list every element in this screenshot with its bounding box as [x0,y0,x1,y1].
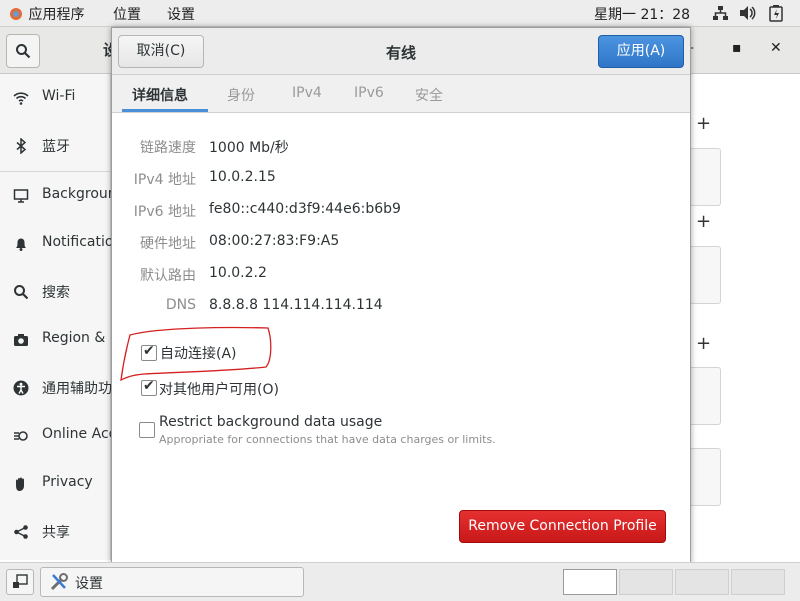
default-route-label: 默认路由 [140,268,196,284]
sidebar-item-accessibility[interactable]: 通用辅助功 [0,364,112,412]
link-speed-label: 链路速度 [140,140,196,156]
dns-label: DNS [165,297,196,313]
applications-label: 应用程序 [28,7,85,23]
default-route-value: 10.0.2.2 [209,265,267,281]
workspace-3[interactable] [675,569,729,595]
panel-box [689,367,721,425]
tab-security[interactable]: 安全 [415,85,443,105]
tab-details[interactable]: 详细信息 [132,85,188,105]
camera-icon [13,332,29,348]
dialog-tabs: 详细信息 身份 IPv4 IPv6 安全 [112,75,690,113]
panel-box [689,448,721,506]
sidebar-item-notifications[interactable]: Notification [0,220,122,268]
workspace-1[interactable] [563,569,617,595]
sidebar-item-label: 蓝牙 [42,139,70,155]
ipv4-address-label: IPv4 地址 [133,172,196,188]
hand-icon [13,476,29,492]
all-users-checkbox[interactable]: ✔ [141,378,157,396]
apply-button[interactable]: 应用(A) [598,35,684,68]
restrict-background-label[interactable]: Restrict background data usage [159,414,382,430]
share-icon [13,524,29,540]
taskbar-settings-window[interactable]: 设置 [40,567,304,597]
top-bar: 应用程序 位置 设置 星期一 21：28 [0,0,800,27]
wifi-icon [13,90,29,106]
panel-box [689,246,721,304]
show-desktop-icon [13,574,28,588]
restrict-background-description: Appropriate for connections that have da… [159,433,496,446]
network-icon[interactable] [712,5,728,25]
workspace-4[interactable] [731,569,785,595]
sidebar-item-label: Wi-Fi [42,88,76,104]
settings-close-button[interactable]: ✕ [770,40,782,56]
link-speed-value: 1000 Mb/秒 [209,140,289,156]
sidebar-item-search[interactable]: 搜索 [0,268,110,316]
active-tab-indicator [122,109,208,112]
sidebar-item-background[interactable]: Background [0,172,126,220]
sidebar-item-label: Region & L [42,330,118,346]
taskbar: 设置 [0,562,800,601]
tab-ipv4[interactable]: IPv4 [292,85,322,101]
ipv4-address-value: 10.0.2.15 [209,169,276,185]
applications-menu[interactable]: 应用程序 [8,4,84,24]
places-menu[interactable]: 位置 [113,4,141,24]
dns-value: 8.8.8.8 114.114.114.114 [209,297,383,313]
settings-search-button[interactable] [6,34,40,68]
sidebar-item-label: Privacy [42,474,93,490]
sidebar-item-region[interactable]: Region & L [0,316,118,364]
workspace-2[interactable] [619,569,673,595]
ipv6-address-value: fe80::c440:d3f9:44e6:b6b9 [209,201,401,217]
sidebar-item-privacy[interactable]: Privacy [0,460,110,508]
search-icon [13,284,29,300]
settings-sidebar: Wi-Fi 蓝牙 Background Notification 搜索 Regi… [0,74,126,560]
all-users-label[interactable]: 对其他用户可用(O) [159,379,279,399]
sidebar-item-label: 共享 [42,525,70,541]
clock[interactable]: 星期一 21：28 [594,4,690,24]
tab-ipv6[interactable]: IPv6 [354,85,384,101]
sidebar-item-sharing[interactable]: 共享 [0,508,110,556]
remove-connection-profile-button[interactable]: Remove Connection Profile [459,510,666,543]
search-icon [16,44,31,59]
ipv6-address-label: IPv6 地址 [133,204,196,220]
show-desktop-button[interactable] [6,569,34,595]
volume-icon[interactable] [739,5,757,25]
restrict-background-checkbox[interactable] [139,422,155,438]
hardware-address-label: 硬件地址 [140,236,196,252]
tab-identity[interactable]: 身份 [227,85,255,105]
add-button[interactable]: + [696,211,711,232]
bell-icon [13,236,29,252]
annotation-ellipse [120,326,272,382]
panel-box [689,148,721,206]
sidebar-item-online-accounts[interactable]: Online Acc [0,412,116,460]
sidebar-item-label: 通用辅助功 [42,381,112,397]
settings-maximize-button[interactable]: ▪ [732,40,742,56]
dialog-header: 取消(C) 有线 应用(A) [112,28,690,75]
bluetooth-icon [13,137,29,155]
hardware-address-value: 08:00:27:83:F9:A5 [209,233,340,249]
online-accounts-icon [13,428,29,444]
settings-tools-icon [50,573,68,591]
settings-menu[interactable]: 设置 [167,4,195,24]
sidebar-item-wifi[interactable]: Wi-Fi [0,74,110,122]
add-button[interactable]: + [696,113,711,134]
sidebar-item-label: 搜索 [42,285,70,301]
sidebar-item-label: Online Acc [42,426,117,442]
apps-logo-icon [10,8,22,20]
monitor-icon [13,188,29,204]
sidebar-item-bluetooth[interactable]: 蓝牙 [0,122,110,170]
taskbar-window-label: 设置 [75,576,103,592]
add-button[interactable]: + [696,333,711,354]
accessibility-icon [13,380,29,396]
battery-icon[interactable] [769,4,783,26]
wired-connection-dialog: 取消(C) 有线 应用(A) 详细信息 身份 IPv4 IPv6 安全 链路速度… [111,27,691,564]
